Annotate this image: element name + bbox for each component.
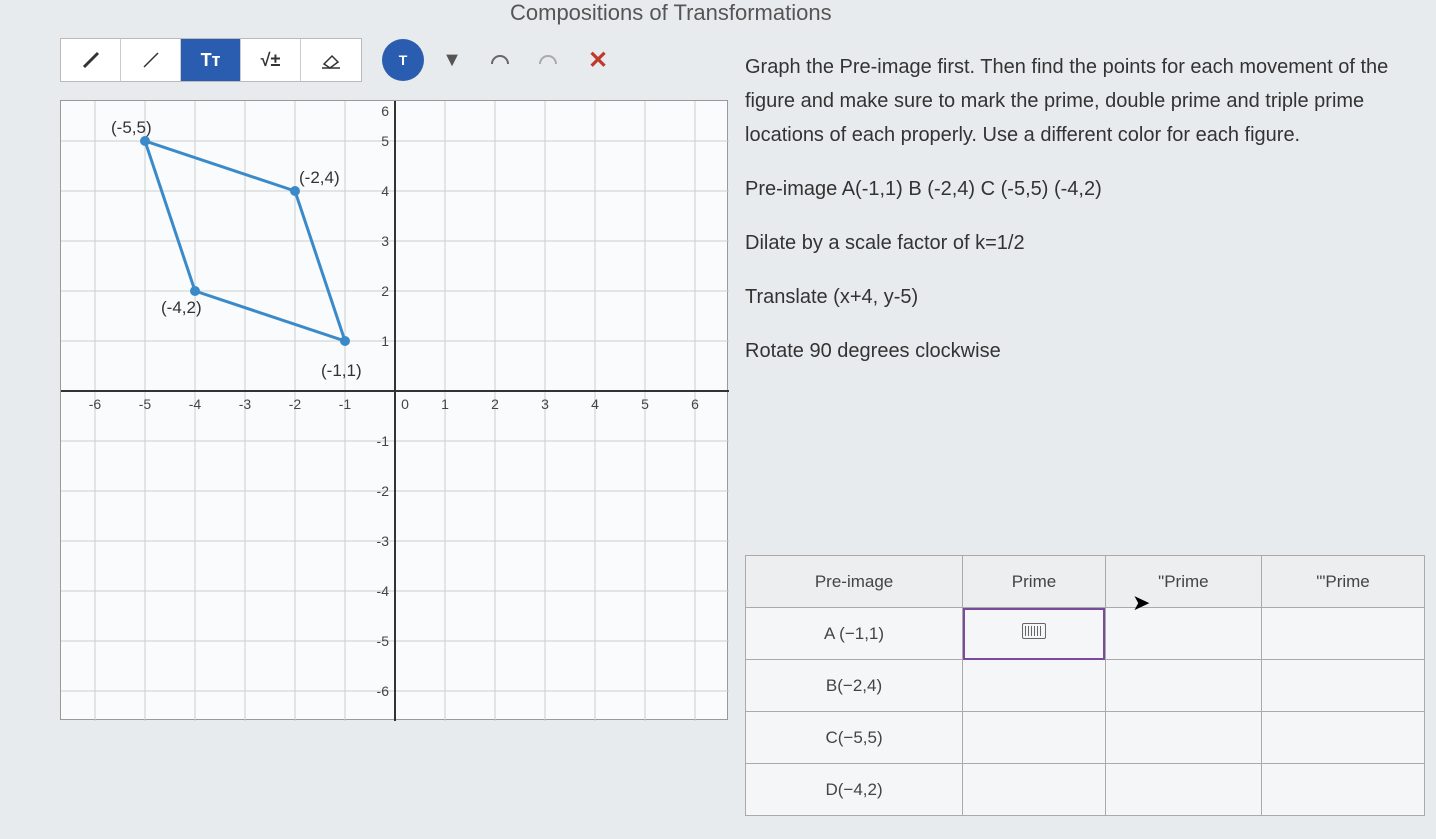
instruction-rotate: Rotate 90 degrees clockwise <box>745 334 1425 368</box>
instruction-intro: Graph the Pre-image first. Then find the… <box>745 50 1425 152</box>
svg-text:4: 4 <box>381 183 389 199</box>
table-row: D(−4,2) <box>746 764 1425 816</box>
pen-thick-button[interactable] <box>61 39 121 81</box>
table-row: A (−1,1) <box>746 608 1425 660</box>
answer-table-wrap: Pre-image Prime "Prime '"Prime A (−1,1) … <box>745 555 1425 816</box>
dropdown-button[interactable]: ▼ <box>432 39 472 81</box>
cell-c-ppp[interactable] <box>1261 712 1424 764</box>
pen-thin-icon <box>141 50 161 70</box>
svg-text:-3: -3 <box>239 396 252 412</box>
cell-d-pre: D(−4,2) <box>746 764 963 816</box>
instruction-dilate: Dilate by a scale factor of k=1/2 <box>745 226 1425 260</box>
point-a[interactable] <box>340 336 350 346</box>
svg-text:1: 1 <box>441 396 449 412</box>
cell-d-prime[interactable] <box>963 764 1106 816</box>
label-a: (-1,1) <box>321 361 362 380</box>
cell-a-pre: A (−1,1) <box>746 608 963 660</box>
tool-group: Tᴛ √± <box>60 38 362 82</box>
point-c[interactable] <box>140 136 150 146</box>
graph-svg: -6 -5 -4 -3 -2 -1 0 1 2 3 4 5 6 -6 -5 -4 -… <box>61 101 729 721</box>
cell-a-pp[interactable] <box>1105 608 1261 660</box>
table-row: C(−5,5) <box>746 712 1425 764</box>
keyboard-icon <box>1022 623 1046 639</box>
col-double-prime: "Prime <box>1105 556 1261 608</box>
svg-text:0: 0 <box>401 396 409 412</box>
col-prime: Prime <box>963 556 1106 608</box>
cell-b-pre: B(−2,4) <box>746 660 963 712</box>
svg-text:-5: -5 <box>377 633 390 649</box>
close-button[interactable]: ✕ <box>588 46 608 75</box>
redo-button[interactable] <box>528 39 568 81</box>
redo-icon <box>536 50 560 70</box>
svg-text:5: 5 <box>381 133 389 149</box>
svg-text:3: 3 <box>381 233 389 249</box>
svg-text:6: 6 <box>691 396 699 412</box>
svg-text:2: 2 <box>381 283 389 299</box>
svg-text:-4: -4 <box>377 583 390 599</box>
svg-text:-6: -6 <box>377 683 390 699</box>
svg-text:6: 6 <box>381 103 389 119</box>
cell-b-ppp[interactable] <box>1261 660 1424 712</box>
svg-text:-4: -4 <box>189 396 202 412</box>
svg-text:3: 3 <box>541 396 549 412</box>
cell-b-pp[interactable] <box>1105 660 1261 712</box>
col-preimage: Pre-image <box>746 556 963 608</box>
eraser-icon <box>320 50 342 70</box>
answer-table: Pre-image Prime "Prime '"Prime A (−1,1) … <box>745 555 1425 816</box>
svg-text:-1: -1 <box>339 396 352 412</box>
instruction-preimage: Pre-image A(-1,1) B (-2,4) C (-5,5) (-4,… <box>745 172 1425 206</box>
eraser-button[interactable] <box>301 39 361 81</box>
table-header-row: Pre-image Prime "Prime '"Prime <box>746 556 1425 608</box>
instructions-panel: Graph the Pre-image first. Then find the… <box>745 50 1425 388</box>
cell-b-prime[interactable] <box>963 660 1106 712</box>
pen-icon <box>81 50 101 70</box>
label-d: (-4,2) <box>161 298 202 317</box>
math-tool-button[interactable]: √± <box>241 39 301 81</box>
svg-text:4: 4 <box>591 396 599 412</box>
svg-text:-2: -2 <box>377 483 390 499</box>
text-tool-button[interactable]: Tᴛ <box>181 39 241 81</box>
cell-a-prime[interactable] <box>963 608 1106 660</box>
svg-text:5: 5 <box>641 396 649 412</box>
col-triple-prime: '"Prime <box>1261 556 1424 608</box>
cell-d-pp[interactable] <box>1105 764 1261 816</box>
svg-text:-2: -2 <box>289 396 302 412</box>
cell-d-ppp[interactable] <box>1261 764 1424 816</box>
point-d[interactable] <box>190 286 200 296</box>
color-picker-button[interactable]: T <box>382 39 424 81</box>
svg-text:-5: -5 <box>139 396 152 412</box>
svg-text:-3: -3 <box>377 533 390 549</box>
label-c: (-5,5) <box>111 118 152 137</box>
undo-icon <box>488 50 512 70</box>
svg-text:1: 1 <box>381 333 389 349</box>
cell-c-pp[interactable] <box>1105 712 1261 764</box>
page-title: Compositions of Transformations <box>510 0 832 26</box>
coordinate-graph[interactable]: -6 -5 -4 -3 -2 -1 0 1 2 3 4 5 6 -6 -5 -4 -… <box>60 100 728 720</box>
label-b: (-2,4) <box>299 168 340 187</box>
svg-text:-1: -1 <box>377 433 390 449</box>
cell-a-ppp[interactable] <box>1261 608 1424 660</box>
table-row: B(−2,4) <box>746 660 1425 712</box>
point-b[interactable] <box>290 186 300 196</box>
undo-button[interactable] <box>480 39 520 81</box>
instruction-translate: Translate (x+4, y-5) <box>745 280 1425 314</box>
pen-thin-button[interactable] <box>121 39 181 81</box>
svg-text:-6: -6 <box>89 396 102 412</box>
svg-text:2: 2 <box>491 396 499 412</box>
drawing-toolbar: Tᴛ √± T ▼ ✕ <box>60 38 608 82</box>
cell-c-pre: C(−5,5) <box>746 712 963 764</box>
cell-c-prime[interactable] <box>963 712 1106 764</box>
